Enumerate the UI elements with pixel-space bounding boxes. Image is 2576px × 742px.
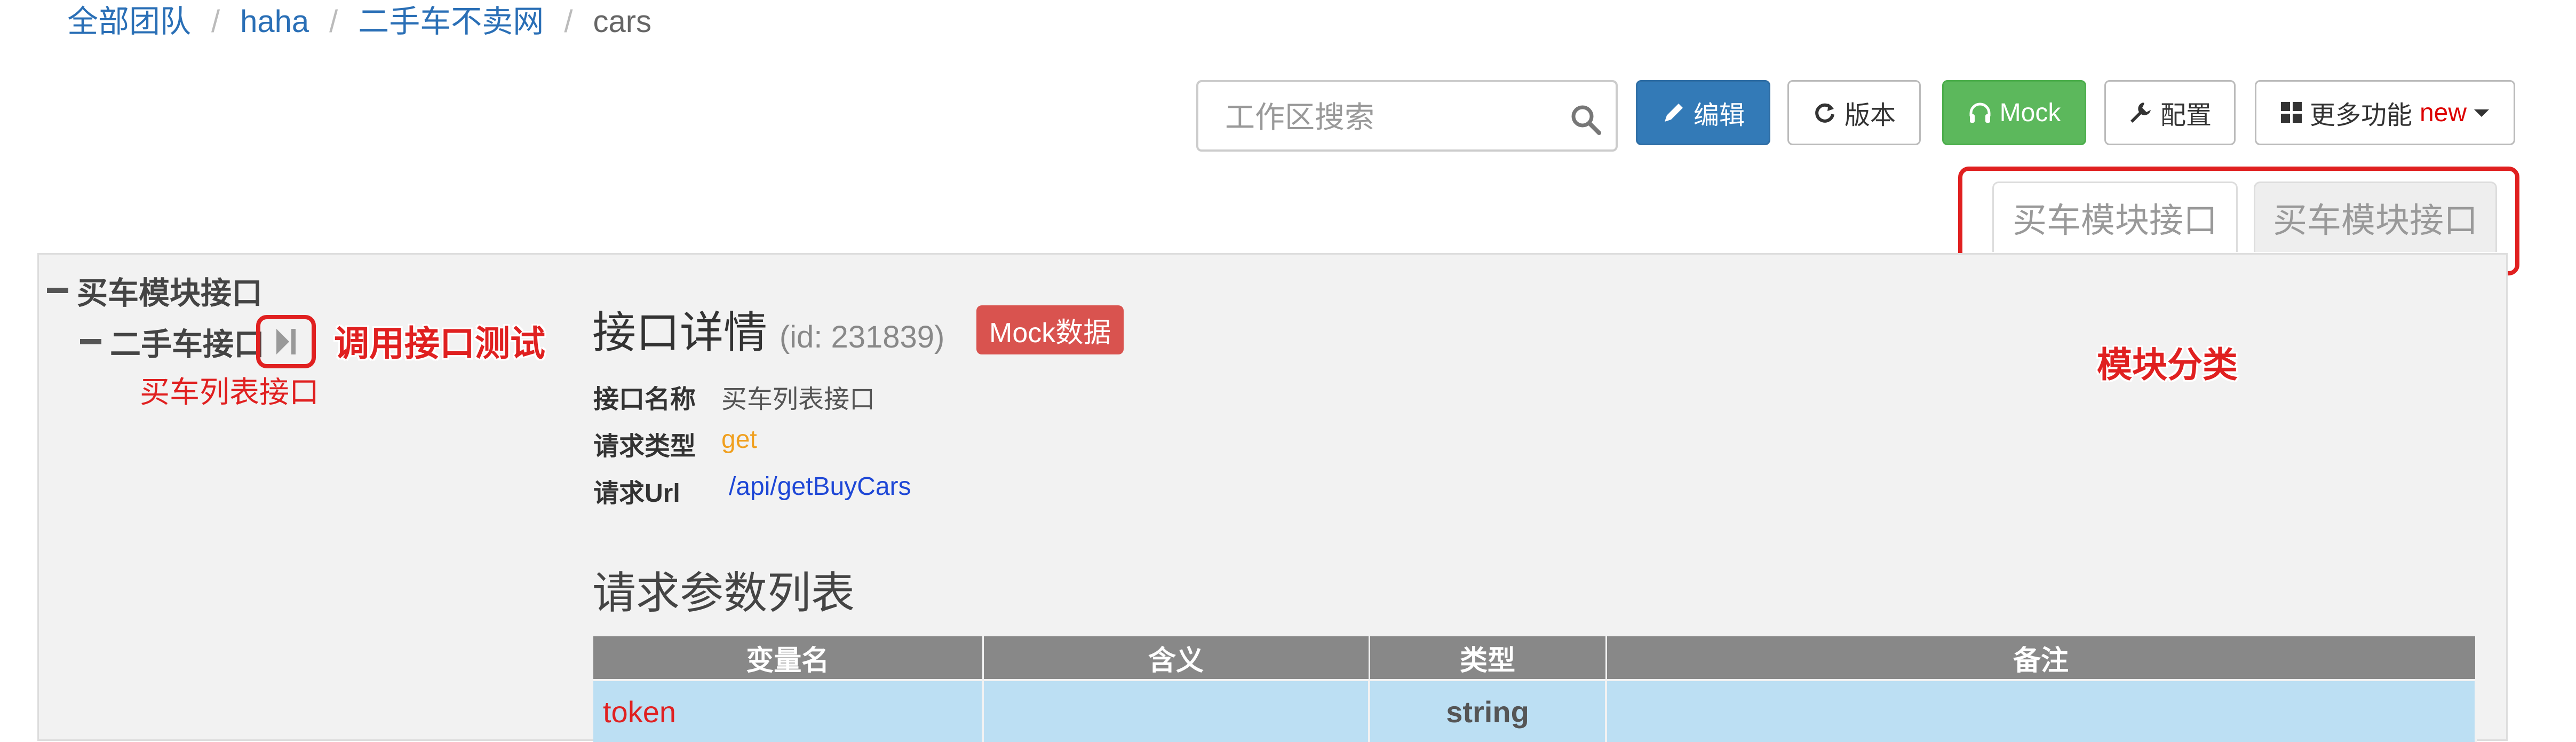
breadcrumb-link-project[interactable]: 二手车不卖网	[358, 4, 544, 39]
param-type-cell: string	[1369, 679, 1607, 742]
search-icon[interactable]	[1570, 104, 1602, 136]
workspace-search	[1196, 80, 1618, 152]
param-header-name: 变量名	[593, 636, 984, 680]
new-badge: new	[2419, 98, 2467, 127]
mock-data-badge-label: Mock数据	[989, 317, 1111, 349]
param-note-cell	[1606, 679, 2477, 742]
mock-data-badge[interactable]: Mock数据	[976, 305, 1124, 354]
breadcrumb-link-haha[interactable]: haha	[240, 4, 309, 39]
collapse-icon[interactable]	[47, 288, 68, 293]
annotation-test-label: 调用接口测试	[334, 323, 545, 363]
param-header-note: 备注	[1606, 636, 2477, 680]
version-button[interactable]: 版本	[1787, 80, 1921, 145]
detail-name-value: 买车列表接口	[721, 385, 876, 414]
param-meaning-cell	[983, 679, 1370, 742]
param-header-type: 类型	[1369, 636, 1607, 680]
detail-row-url: 请求Url /api/getBuyCars	[593, 472, 911, 509]
breadcrumb-separator: /	[329, 4, 338, 39]
mock-button-label: Mock	[1999, 98, 2061, 127]
collapse-icon[interactable]	[80, 339, 101, 344]
config-button[interactable]: 配置	[2104, 80, 2236, 145]
tree-leaf-api[interactable]: 买车列表接口	[140, 368, 319, 412]
headphones-icon	[1968, 100, 1992, 125]
search-input[interactable]	[1224, 97, 1546, 137]
breadcrumb-current: cars	[593, 4, 652, 39]
config-button-label: 配置	[2160, 101, 2212, 130]
annotation-module-label: 模块分类	[2097, 345, 2238, 384]
param-header-meaning: 含义	[983, 636, 1370, 680]
grid-icon	[2280, 102, 2302, 123]
table-row: token string	[593, 679, 2477, 742]
detail-row-method: 请求类型 get	[593, 425, 757, 462]
caret-down-icon	[2474, 107, 2490, 118]
detail-name-key: 接口名称	[593, 385, 696, 414]
more-features-label: 更多功能	[2309, 101, 2412, 130]
breadcrumb-separator: /	[211, 4, 220, 39]
mock-button[interactable]: Mock	[1942, 80, 2086, 145]
tree-node-label: 买车模块接口	[77, 276, 263, 311]
detail-title-text: 接口详情	[592, 309, 768, 357]
detail-url-key: 请求Url	[593, 479, 680, 508]
detail-method-key: 请求类型	[593, 432, 696, 461]
breadcrumb-link-teams[interactable]: 全部团队	[67, 4, 191, 39]
breadcrumb: 全部团队 / haha / 二手车不卖网 / cars	[67, 3, 651, 41]
detail-row-name: 接口名称 买车列表接口	[593, 378, 875, 415]
detail-id: (id: 231839)	[779, 320, 945, 354]
params-table: 变量名 含义 类型 备注 token string	[593, 636, 2477, 742]
param-name-cell: token	[593, 679, 984, 742]
breadcrumb-separator: /	[564, 4, 573, 39]
detail-title: 接口详情 (id: 231839)	[592, 297, 944, 360]
refresh-icon	[1812, 100, 1837, 125]
tree-node-label: 二手车接口	[110, 327, 265, 362]
pencil-icon	[1661, 100, 1686, 125]
params-title: 请求参数列表	[592, 569, 855, 618]
more-features-button[interactable]: 更多功能 new	[2255, 80, 2515, 145]
version-button-label: 版本	[1844, 101, 1896, 130]
tree-node-module[interactable]: 买车模块接口	[47, 268, 263, 313]
params-header-row: 变量名 含义 类型 备注	[593, 636, 2477, 680]
edit-button[interactable]: 编辑	[1636, 80, 1770, 145]
detail-url-value: /api/getBuyCars	[729, 472, 911, 501]
edit-button-label: 编辑	[1693, 101, 1745, 130]
wrench-icon	[2128, 100, 2153, 125]
detail-method-value: get	[721, 425, 757, 454]
run-test-annotation-box	[256, 315, 316, 368]
